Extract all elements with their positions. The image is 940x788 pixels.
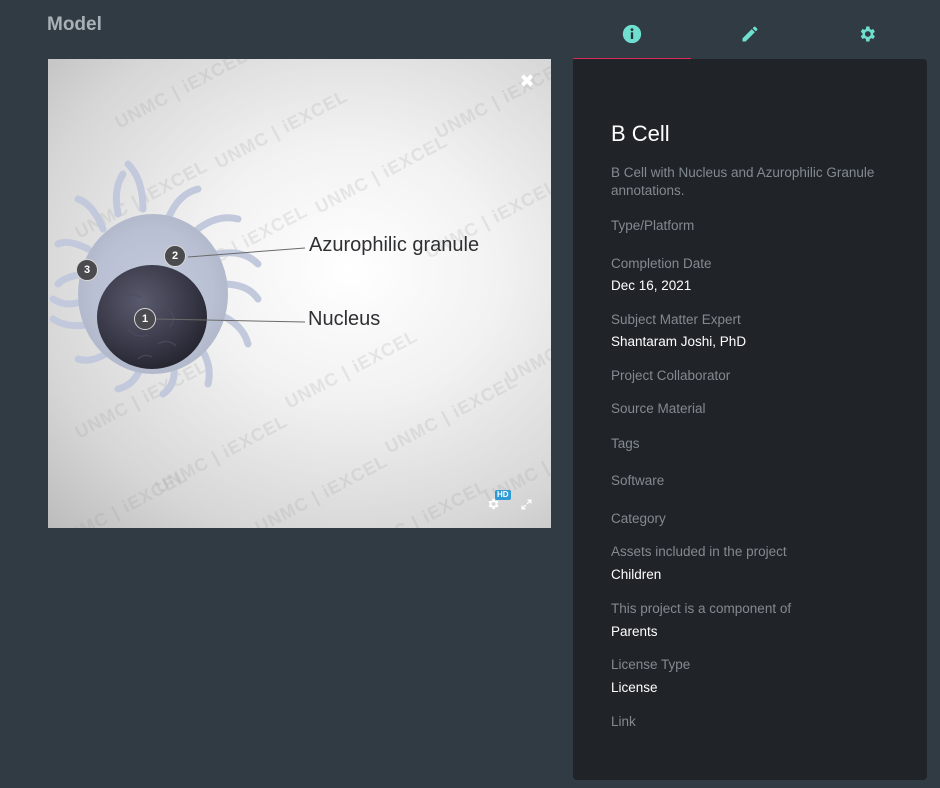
license-value[interactable]: License <box>611 680 658 695</box>
tab-settings[interactable] <box>808 18 926 59</box>
model-title: B Cell <box>611 121 670 146</box>
hd-badge: HD <box>495 490 511 500</box>
sme-value: Shantaram Joshi, PhD <box>611 334 747 349</box>
type-platform-label: Type/Platform <box>611 218 695 233</box>
hotspot-2[interactable]: 2 <box>164 245 186 267</box>
fullscreen-icon[interactable] <box>520 498 533 511</box>
annotation-azurophilic-granule: Azurophilic granule <box>309 234 480 256</box>
pencil-icon <box>742 26 757 42</box>
annotation-nucleus: Nucleus <box>308 308 381 330</box>
gear-icon <box>860 26 876 42</box>
component-of-label: This project is a component of <box>611 601 792 616</box>
assets-label: Assets included in the project <box>611 544 787 559</box>
completion-date-value: Dec 16, 2021 <box>611 278 692 293</box>
completion-date-label: Completion Date <box>611 256 712 271</box>
tab-bar <box>573 18 926 60</box>
details-panel: B Cell B Cell with Nucleus and Azurophil… <box>573 59 927 780</box>
info-icon <box>622 24 641 44</box>
sme-label: Subject Matter Expert <box>611 312 741 327</box>
hotspot-1[interactable]: 1 <box>134 308 156 330</box>
close-icon[interactable]: ✖ <box>519 72 535 90</box>
project-collaborator-label: Project Collaborator <box>611 368 731 383</box>
link-label: Link <box>611 714 636 729</box>
tab-edit[interactable] <box>691 18 809 59</box>
tags-label: Tags <box>611 436 640 451</box>
parents-link[interactable]: Parents <box>611 624 658 639</box>
b-cell-model <box>49 160 306 398</box>
model-description: B Cell with Nucleus and Azurophilic Gran… <box>611 165 875 198</box>
page-title: Model <box>47 14 102 35</box>
model-viewer[interactable]: UNMC | iEXCEL UNMC | iEXCEL UNMC | iEXCE… <box>48 59 551 528</box>
software-label: Software <box>611 473 665 488</box>
source-material-label: Source Material <box>611 401 706 416</box>
tab-info[interactable] <box>573 18 691 60</box>
category-label: Category <box>611 511 666 526</box>
license-type-label: License Type <box>611 657 691 672</box>
assets-link[interactable]: Children <box>611 567 661 582</box>
hotspot-3[interactable]: 3 <box>76 259 98 281</box>
